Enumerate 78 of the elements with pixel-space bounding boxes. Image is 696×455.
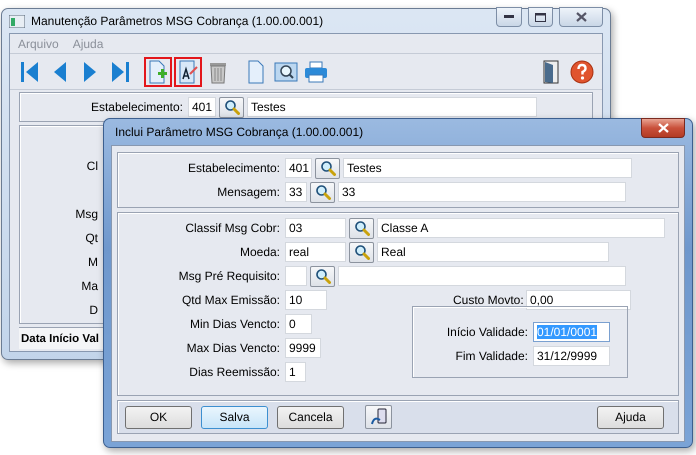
dialog-button[interactable]: Salva xyxy=(201,406,268,428)
search-icon xyxy=(354,244,370,260)
search-icon xyxy=(320,160,336,176)
field-label: Estabelecimento: xyxy=(90,100,184,114)
first-record-icon xyxy=(20,60,40,84)
code-field[interactable]: 33 xyxy=(285,182,307,202)
window-title: Inclui Parâmetro MSG Cobrança (1.00.00.001) xyxy=(115,125,364,139)
lookup-button[interactable] xyxy=(219,96,244,118)
tab[interactable]: Data Início Val xyxy=(21,332,99,344)
help-icon xyxy=(570,60,594,84)
name-field[interactable]: Testes xyxy=(247,97,537,117)
code-field[interactable]: 401 xyxy=(285,158,312,178)
code-field[interactable]: 401 xyxy=(188,97,216,117)
new-document-icon xyxy=(148,60,168,84)
dialog-button[interactable]: Cancela xyxy=(277,406,344,428)
code-field[interactable] xyxy=(285,266,307,286)
code-field[interactable]: 03 xyxy=(285,218,346,238)
search-icon xyxy=(314,184,330,200)
print-preview-icon xyxy=(274,60,298,82)
field-label: Estabelecimento: xyxy=(186,161,281,175)
help-button[interactable]: Ajuda xyxy=(597,406,664,428)
app-icon xyxy=(9,14,25,28)
name-field[interactable]: Real xyxy=(377,242,609,262)
tool-button[interactable] xyxy=(365,405,392,429)
search-icon xyxy=(224,99,240,115)
field-label: Mensagem: xyxy=(216,185,281,199)
edit-document-icon xyxy=(178,60,198,84)
input-field[interactable]: 9999 xyxy=(285,338,321,358)
field-label: Max Dias Vencto: xyxy=(186,341,281,355)
name-field[interactable] xyxy=(338,266,626,286)
next-icon xyxy=(83,60,97,84)
window-title: Manutenção Parâmetros MSG Cobrança (1.00.00.001) xyxy=(31,14,324,28)
field-label: Cl xyxy=(86,159,98,173)
maximize-icon xyxy=(535,12,546,22)
field-label: D xyxy=(89,303,98,317)
field-label: Início Validade: xyxy=(446,325,529,339)
lookup-button[interactable] xyxy=(310,182,335,202)
document-icon xyxy=(247,60,265,84)
maximize-button[interactable] xyxy=(528,7,553,27)
field-label: Ma xyxy=(81,279,98,293)
last-record-icon xyxy=(110,60,130,84)
field-label: Dias Reemissão: xyxy=(188,365,281,379)
search-icon xyxy=(354,220,370,236)
search-icon xyxy=(314,268,330,284)
field-label: Fim Validade: xyxy=(454,349,529,363)
field-label: Qtd Max Emissão: xyxy=(180,293,281,307)
input-field[interactable]: 0,00 xyxy=(526,290,631,310)
lookup-button[interactable] xyxy=(310,266,335,286)
field-label: Moeda: xyxy=(238,245,281,259)
phone-icon xyxy=(370,408,388,426)
printer-icon xyxy=(304,60,328,82)
field-label: M xyxy=(88,255,98,269)
input-field[interactable]: 1 xyxy=(285,362,306,382)
minimize-icon xyxy=(504,15,514,19)
field-label: Custo Movto: xyxy=(453,293,523,307)
toolbar-button[interactable] xyxy=(174,56,202,86)
close-button[interactable] xyxy=(641,118,685,138)
input-field[interactable]: 0 xyxy=(285,314,312,334)
input-field[interactable]: 10 xyxy=(285,290,327,310)
lookup-button[interactable] xyxy=(349,242,374,262)
name-field[interactable]: 33 xyxy=(338,182,626,202)
input-field[interactable]: 31/12/9999 xyxy=(533,346,610,366)
field-label: Msg xyxy=(75,207,98,221)
field-label: Classif Msg Cobr: xyxy=(184,221,281,235)
previous-icon xyxy=(53,60,67,84)
minimize-button[interactable] xyxy=(496,7,522,27)
field-label: Qt xyxy=(85,231,98,245)
code-field[interactable]: real xyxy=(285,242,346,262)
field-label: Msg Pré Requisito: xyxy=(178,269,281,283)
lookup-button[interactable] xyxy=(349,218,374,238)
dialog-button[interactable]: OK xyxy=(125,406,192,428)
close-button[interactable] xyxy=(559,7,603,27)
close-icon xyxy=(576,12,586,22)
close-icon xyxy=(658,123,668,133)
name-field[interactable]: Classe A xyxy=(377,218,665,238)
lookup-button[interactable] xyxy=(315,158,340,178)
name-field[interactable]: Testes xyxy=(343,158,632,178)
field-label: Min Dias Vencto: xyxy=(188,317,281,331)
